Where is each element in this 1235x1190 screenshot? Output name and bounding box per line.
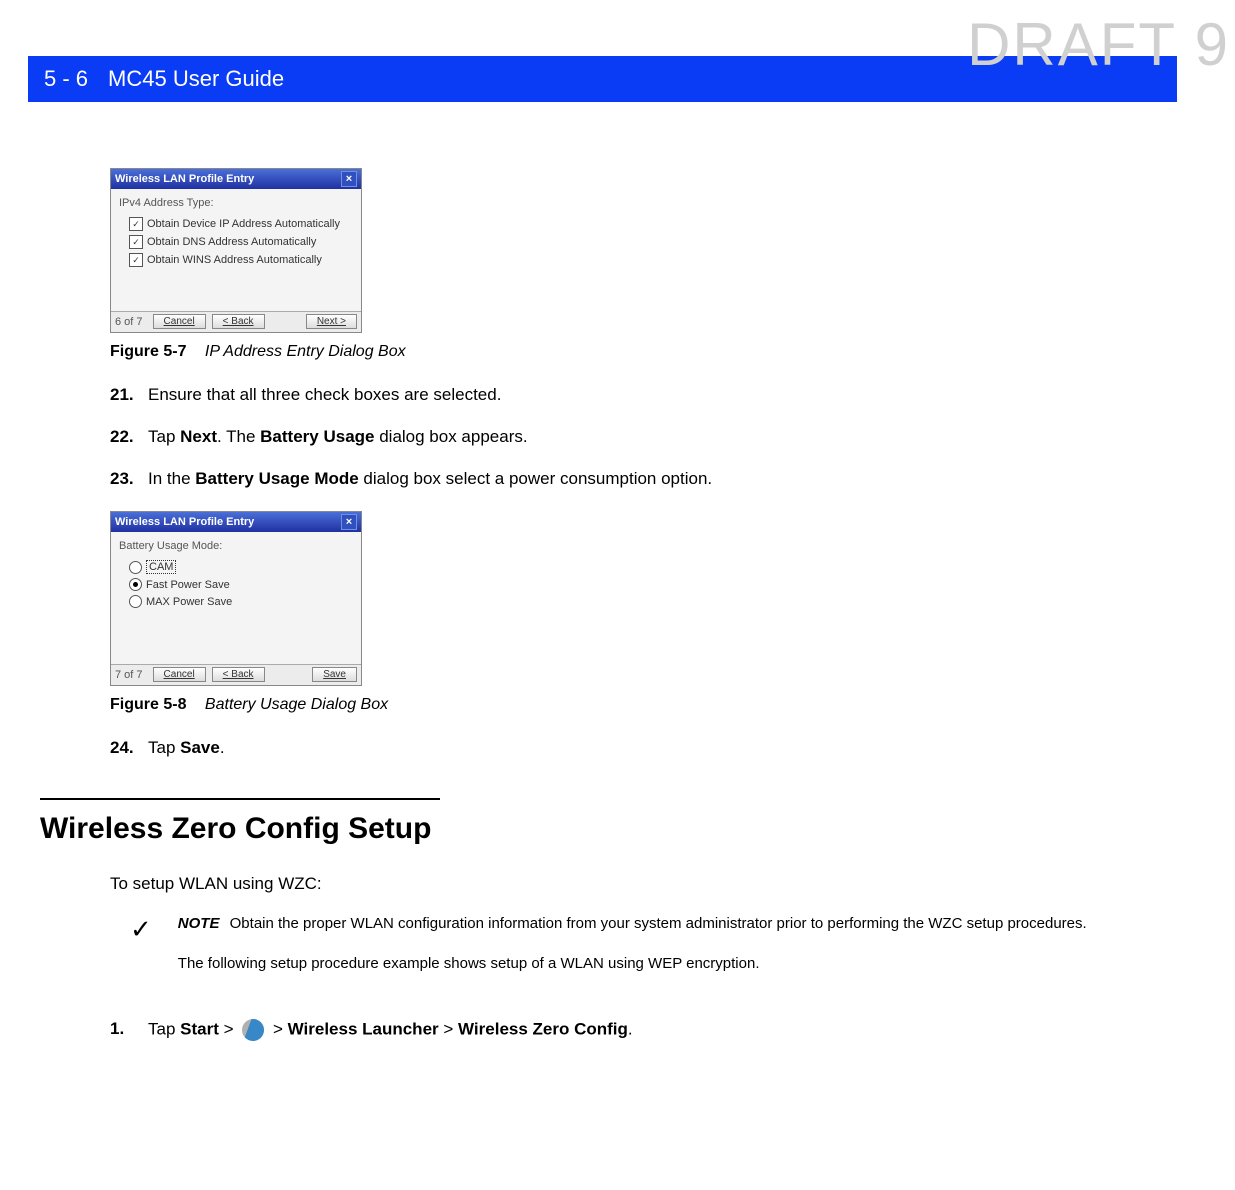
radio-icon [129,561,142,574]
checkbox-wins[interactable]: ✓ Obtain WINS Address Automatically [129,253,353,267]
checkbox-icon: ✓ [129,235,143,249]
figure-caption: Figure 5-7 IP Address Entry Dialog Box [110,343,1165,361]
back-button[interactable]: < Back [212,667,265,682]
dialog-title: Wireless LAN Profile Entry [115,516,254,528]
figure-title: Battery Usage Dialog Box [205,696,388,713]
checkbox-label: Obtain WINS Address Automatically [147,254,322,266]
step-24: 24. Tap Save. [110,738,1165,758]
step-number: 23. [110,469,138,489]
figure-title: IP Address Entry Dialog Box [205,343,406,360]
radio-cam[interactable]: CAM [129,560,353,574]
note-text-1: Obtain the proper WLAN configuration inf… [230,915,1087,932]
section-intro: To setup WLAN using WZC: [110,874,1165,894]
step-counter: 7 of 7 [115,669,143,681]
checkbox-label: Obtain Device IP Address Automatically [147,218,340,230]
step-22: 22. Tap Next. The Battery Usage dialog b… [110,427,1165,447]
note-body: NOTE Obtain the proper WLAN configuratio… [178,914,1165,975]
figure-caption: Figure 5-8 Battery Usage Dialog Box [110,696,1165,714]
checkmark-icon: ✓ [130,916,152,942]
dialog-footer: 6 of 7 Cancel < Back Next > [111,311,361,332]
radio-icon [129,578,142,591]
dialog-footer: 7 of 7 Cancel < Back Save [111,664,361,685]
dialog-title: Wireless LAN Profile Entry [115,173,254,185]
ipv4-label: IPv4 Address Type: [119,197,353,209]
battery-mode-label: Battery Usage Mode: [119,540,353,552]
dialog-body: IPv4 Address Type: ✓ Obtain Device IP Ad… [111,189,361,311]
dialog-body: Battery Usage Mode: CAM Fast Power Save … [111,532,361,664]
note-block: ✓ NOTE Obtain the proper WLAN configurat… [130,914,1165,975]
section-divider [40,798,440,800]
ip-address-dialog: Wireless LAN Profile Entry × IPv4 Addres… [110,168,362,333]
next-button[interactable]: Next > [306,314,357,329]
checkbox-icon: ✓ [129,217,143,231]
radio-label: Fast Power Save [146,579,230,591]
dialog-titlebar: Wireless LAN Profile Entry × [111,512,361,532]
radio-label: MAX Power Save [146,596,232,608]
checkbox-label: Obtain DNS Address Automatically [147,236,316,248]
note-label: NOTE [178,915,220,932]
save-button[interactable]: Save [312,667,357,682]
section-heading: Wireless Zero Config Setup [40,812,1165,846]
page-number: 5 - 6 [44,66,88,92]
step-text: Ensure that all three check boxes are se… [148,385,501,405]
step-number: 1. [110,1019,138,1041]
step-number: 22. [110,427,138,447]
checkbox-device-ip[interactable]: ✓ Obtain Device IP Address Automatically [129,217,353,231]
close-icon[interactable]: × [341,514,357,530]
wireless-icon [242,1019,264,1041]
battery-usage-dialog: Wireless LAN Profile Entry × Battery Usa… [110,511,362,686]
close-icon[interactable]: × [341,171,357,187]
radio-max-power-save[interactable]: MAX Power Save [129,595,353,608]
checkbox-icon: ✓ [129,253,143,267]
step-number: 24. [110,738,138,758]
figure-label: Figure 5-8 [110,696,186,713]
radio-fast-power-save[interactable]: Fast Power Save [129,578,353,591]
step-1: 1. Tap Start > > Wireless Launcher > Wir… [110,1019,1165,1041]
step-text: In the Battery Usage Mode dialog box sel… [148,469,712,489]
note-text-2: The following setup procedure example sh… [178,954,1165,974]
step-23: 23. In the Battery Usage Mode dialog box… [110,469,1165,489]
watermark-text: DRAFT 9 [967,10,1230,79]
back-button[interactable]: < Back [212,314,265,329]
cancel-button[interactable]: Cancel [153,314,206,329]
step-text: Tap Save. [148,738,225,758]
radio-icon [129,595,142,608]
step-text: Tap Next. The Battery Usage dialog box a… [148,427,528,447]
step-text: Tap Start > > Wireless Launcher > Wirele… [148,1019,633,1041]
figure-label: Figure 5-7 [110,343,186,360]
checkbox-dns[interactable]: ✓ Obtain DNS Address Automatically [129,235,353,249]
dialog-titlebar: Wireless LAN Profile Entry × [111,169,361,189]
radio-label: CAM [146,560,176,574]
step-21: 21. Ensure that all three check boxes ar… [110,385,1165,405]
step-counter: 6 of 7 [115,316,143,328]
guide-title: MC45 User Guide [108,66,284,92]
step-number: 21. [110,385,138,405]
cancel-button[interactable]: Cancel [153,667,206,682]
